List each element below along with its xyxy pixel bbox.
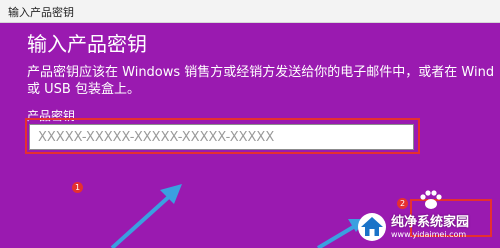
watermark: 纯净系统家园 www.yidaimei.com <box>357 210 497 244</box>
paw-icon <box>420 190 442 209</box>
house-logo-icon <box>358 213 386 241</box>
watermark-url: www.yidaimei.com <box>391 229 467 239</box>
watermark-text: 纯净系统家园 www.yidaimei.com <box>391 215 469 240</box>
arrow-to-next <box>316 224 357 248</box>
watermark-title: 纯净系统家园 <box>391 214 470 230</box>
arrow-to-input <box>110 192 174 248</box>
